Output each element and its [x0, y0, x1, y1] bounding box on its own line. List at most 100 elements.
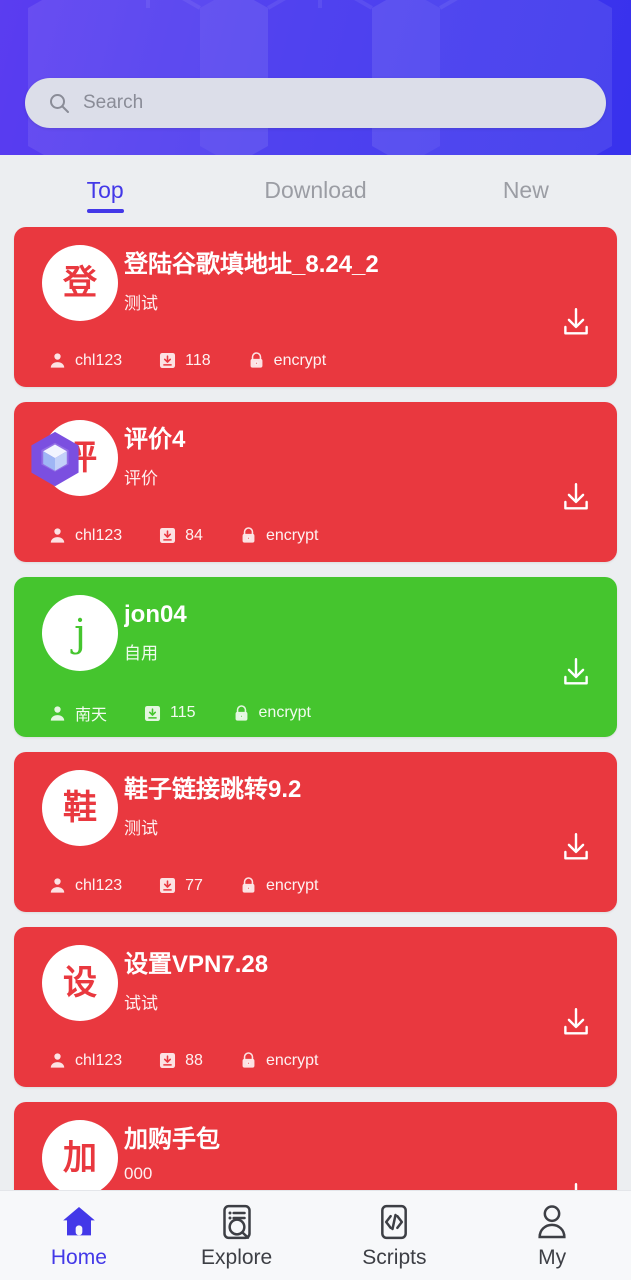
- app-root: Top Download New 登 登陆谷歌填地址_8.24_2 测试: [0, 0, 631, 1280]
- card-title: 评价4: [124, 426, 186, 453]
- meta-encrypt-label: encrypt: [273, 351, 327, 369]
- tab-download[interactable]: Download: [210, 163, 420, 220]
- tab-top[interactable]: Top: [0, 163, 210, 220]
- meta-encrypt: encrypt: [239, 876, 318, 895]
- download-icon[interactable]: [559, 480, 593, 514]
- lock-icon: [232, 704, 251, 723]
- search-input[interactable]: [83, 78, 590, 128]
- nav-item-explore[interactable]: Explore: [158, 1202, 316, 1270]
- scripts-icon: [374, 1202, 414, 1242]
- meta-encrypt: encrypt: [232, 704, 311, 723]
- avatar-wrap: 登: [34, 245, 118, 329]
- category-tabs: Top Download New: [0, 155, 631, 227]
- meta-encrypt-label: encrypt: [258, 704, 311, 721]
- card-subtitle: 自用: [124, 643, 158, 663]
- avatar-wrap: 评: [31, 420, 118, 504]
- download-icon[interactable]: [559, 305, 593, 339]
- nav-item-home[interactable]: Home: [0, 1202, 158, 1270]
- tab-download-label: Download: [264, 176, 367, 203]
- meta-encrypt-label: encrypt: [265, 876, 319, 894]
- lock-icon: [239, 526, 258, 545]
- meta-encrypt: encrypt: [239, 1051, 318, 1070]
- meta-author-label: chl123: [75, 351, 123, 369]
- download-icon[interactable]: [559, 655, 593, 689]
- cube-badge-icon: [26, 430, 84, 488]
- meta-author-label: chl123: [75, 876, 123, 894]
- person-icon: [48, 1051, 67, 1070]
- person-icon: [48, 351, 67, 370]
- meta-downloads-label: 77: [185, 876, 203, 894]
- lock-icon: [239, 876, 258, 895]
- profile-icon: [532, 1202, 572, 1242]
- meta-downloads: 115: [143, 704, 196, 723]
- script-card[interactable]: j jon04 自用 南天 115 encrypt: [14, 577, 617, 737]
- meta-author: 南天: [48, 701, 107, 725]
- card-title: 设置VPN7.28: [124, 951, 269, 978]
- script-card[interactable]: 鞋 鞋子链接跳转9.2 测试 chl123 77 encrypt: [14, 752, 617, 912]
- card-header: 登 登陆谷歌填地址_8.24_2 测试: [34, 245, 597, 329]
- nav-item-my[interactable]: My: [473, 1202, 631, 1270]
- nav-item-my-label: My: [538, 1245, 567, 1269]
- meta-downloads-label: 115: [170, 704, 196, 721]
- avatar: 加: [42, 1120, 118, 1190]
- card-header: 设 设置VPN7.28 试试: [34, 945, 597, 1029]
- meta-author-label: chl123: [75, 526, 123, 544]
- card-header: 鞋 鞋子链接跳转9.2 测试: [34, 770, 597, 854]
- meta-author: chl123: [48, 351, 122, 370]
- card-meta: 南天 115 encrypt: [34, 701, 597, 725]
- download-icon[interactable]: [559, 1005, 593, 1039]
- avatar-wrap: 鞋: [34, 770, 118, 854]
- card-header: j jon04 自用: [34, 595, 597, 679]
- nav-item-scripts[interactable]: Scripts: [316, 1202, 474, 1270]
- card-subtitle: 评价: [124, 468, 158, 488]
- meta-author: chl123: [48, 526, 122, 545]
- avatar-wrap: 设: [34, 945, 118, 1029]
- person-icon: [48, 876, 67, 895]
- app-header: [0, 0, 631, 155]
- meta-author-label: chl123: [75, 1051, 123, 1069]
- card-meta: chl123 118 encrypt: [34, 351, 597, 370]
- download-count-icon: [158, 876, 177, 895]
- card-text: 评价4 评价: [124, 420, 597, 489]
- meta-downloads-label: 88: [185, 1051, 203, 1069]
- card-subtitle: 试试: [124, 993, 158, 1013]
- lock-icon: [247, 351, 266, 370]
- lock-icon: [239, 1051, 258, 1070]
- avatar-wrap: 加: [34, 1120, 118, 1190]
- card-subtitle: 测试: [124, 293, 158, 313]
- card-text: 鞋子链接跳转9.2 测试: [124, 770, 597, 839]
- meta-author: chl123: [48, 876, 122, 895]
- search-icon: [47, 91, 71, 115]
- card-header: 评 评价4 评价: [31, 420, 597, 504]
- card-text: 登陆谷歌填地址_8.24_2 测试: [124, 245, 597, 314]
- download-icon[interactable]: [559, 1180, 593, 1190]
- meta-downloads: 88: [158, 1051, 203, 1070]
- card-title: 加购手包: [124, 1126, 220, 1153]
- nav-item-explore-label: Explore: [201, 1245, 273, 1269]
- meta-downloads: 118: [158, 351, 211, 370]
- person-icon: [48, 704, 67, 723]
- meta-encrypt-label: encrypt: [265, 526, 319, 544]
- avatar-wrap: j: [34, 595, 118, 679]
- avatar: j: [42, 595, 118, 671]
- script-card-list[interactable]: 登 登陆谷歌填地址_8.24_2 测试 chl123 118 encrypt 评…: [0, 227, 631, 1190]
- script-card[interactable]: 加 加购手包 000: [14, 1102, 617, 1190]
- meta-author: chl123: [48, 1051, 122, 1070]
- nav-item-home-label: Home: [50, 1245, 107, 1269]
- search-bar[interactable]: [25, 78, 606, 128]
- card-header: 加 加购手包 000: [34, 1120, 597, 1190]
- download-icon[interactable]: [559, 830, 593, 864]
- tab-new[interactable]: New: [421, 163, 631, 220]
- card-text: 加购手包 000: [124, 1120, 597, 1184]
- avatar: 设: [42, 945, 118, 1021]
- avatar: 登: [42, 245, 118, 321]
- script-card[interactable]: 设 设置VPN7.28 试试 chl123 88 encrypt: [14, 927, 617, 1087]
- nav-item-scripts-label: Scripts: [362, 1245, 427, 1269]
- meta-encrypt: encrypt: [247, 351, 326, 370]
- script-card[interactable]: 评 评价4 评价 chl123 84 encrypt: [14, 402, 617, 562]
- card-title: 登陆谷歌填地址_8.24_2: [124, 251, 379, 278]
- script-card[interactable]: 登 登陆谷歌填地址_8.24_2 测试 chl123 118 encrypt: [14, 227, 617, 387]
- meta-author-label: 南天: [75, 707, 108, 724]
- card-subtitle: 测试: [124, 818, 158, 838]
- download-count-icon: [158, 526, 177, 545]
